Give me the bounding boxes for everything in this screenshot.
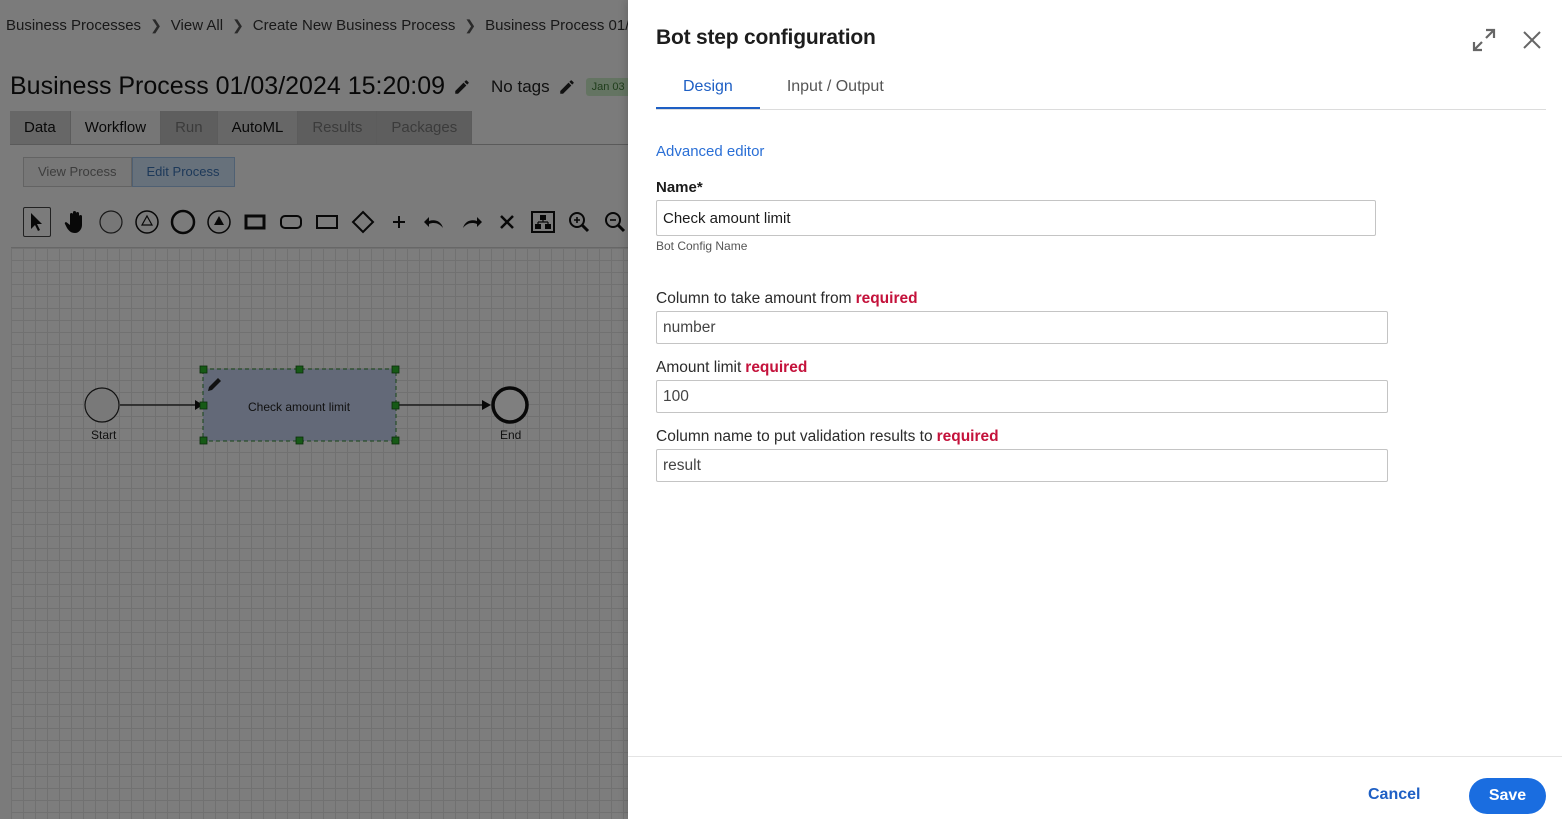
expand-icon[interactable] [1470,26,1498,54]
bot-step-config-panel: Bot step configuration Design Input / Ou… [628,0,1562,819]
result-column-field[interactable] [656,449,1388,482]
panel-title: Bot step configuration [656,26,876,49]
field-label-text: Amount limit [656,359,742,376]
field-label-text: Column name to put validation results to [656,428,933,445]
field-label-amount-column: Column to take amount from required [656,290,918,308]
required-marker: required [855,290,918,307]
modal-backdrop[interactable] [0,0,628,819]
field-label-result-column: Column name to put validation results to… [656,428,999,446]
cancel-button[interactable]: Cancel [1368,786,1420,804]
amount-column-field[interactable] [656,311,1388,344]
field-label-text: Column to take amount from [656,290,852,307]
tab-design[interactable]: Design [656,65,760,109]
panel-tabs: Design Input / Output [656,65,1546,110]
amount-limit-field[interactable] [656,380,1388,413]
panel-footer: Cancel Save [628,756,1562,819]
advanced-editor-link[interactable]: Advanced editor [656,143,764,160]
required-marker: required [936,428,999,445]
required-marker: required [745,359,808,376]
name-hint: Bot Config Name [656,239,748,253]
tab-input-output[interactable]: Input / Output [760,65,911,109]
name-field[interactable] [656,200,1376,236]
close-icon[interactable] [1518,26,1546,54]
name-label: Name* [656,179,703,196]
save-button[interactable]: Save [1469,778,1546,814]
field-label-amount-limit: Amount limit required [656,359,807,377]
